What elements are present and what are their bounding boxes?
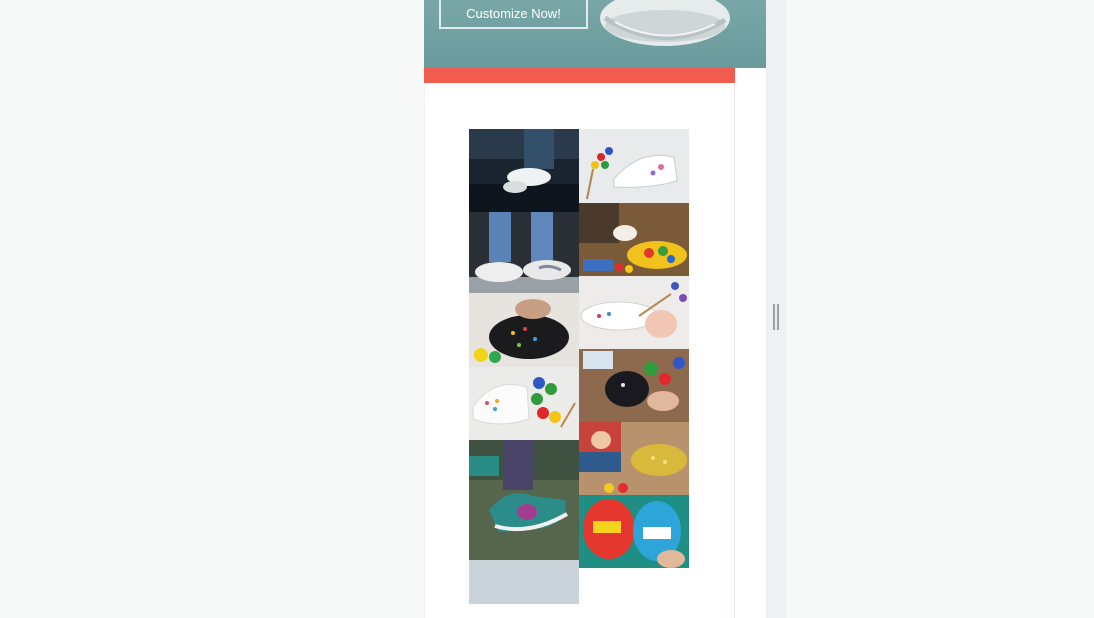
photo-jeans-sneakers-icon (469, 212, 579, 293)
gallery-tile[interactable] (469, 293, 579, 367)
photo-painting-colorful-sneaker-icon (579, 203, 689, 276)
photo-dark-shoe-palette-icon (579, 349, 689, 422)
photo-pop-art-sneakers-icon (579, 495, 689, 568)
side-panel (735, 68, 766, 618)
gallery-tile[interactable] (579, 129, 689, 203)
gallery-tile[interactable] (579, 422, 689, 495)
photo-teal-sneaker-jump-icon (469, 440, 579, 604)
hero-shoe-icon (600, 0, 730, 46)
accent-bar (424, 68, 735, 83)
customize-now-button[interactable]: Customize Now! (439, 0, 588, 29)
photo-painting-white-shoe-icon (579, 276, 689, 349)
photo-kid-painting-gold-shoe-icon (579, 422, 689, 495)
gallery-tile[interactable] (579, 203, 689, 276)
gallery-tile[interactable] (469, 440, 579, 604)
gallery-tile[interactable] (469, 129, 579, 212)
gallery-tile[interactable] (579, 276, 689, 349)
customize-now-label: Customize Now! (466, 6, 561, 21)
photo-painted-sneaker-paints-icon (579, 129, 689, 203)
gallery-tile[interactable] (469, 212, 579, 293)
gallery-tile[interactable] (469, 367, 579, 440)
gallery-tile[interactable] (579, 349, 689, 422)
photo-painting-dark-sneaker-icon (469, 293, 579, 367)
photo-sneakers-car-icon (469, 129, 579, 212)
resize-handle-icon[interactable] (773, 304, 779, 330)
photo-white-shoe-paint-jars-icon (469, 367, 579, 440)
gallery-tile[interactable] (579, 495, 689, 568)
